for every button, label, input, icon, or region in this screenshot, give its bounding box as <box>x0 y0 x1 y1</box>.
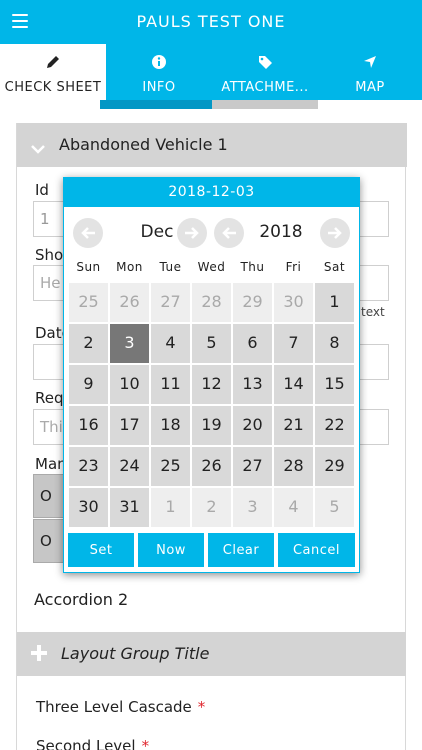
tab-label: CHECK SHEET <box>4 80 102 95</box>
cascade-label-text: Three Level Cascade <box>36 698 192 716</box>
navigation-arrow-icon <box>318 54 422 70</box>
info-icon <box>106 54 212 70</box>
required-label: Req <box>35 389 64 407</box>
selected-date-display: 2018-12-03 <box>64 178 359 207</box>
calendar-day[interactable]: 2 <box>69 324 108 363</box>
arrow-right-icon <box>328 227 342 239</box>
tab-label: ATTACHME... <box>221 80 309 95</box>
multi-choice-label: Man <box>35 455 67 473</box>
prev-month-button[interactable] <box>73 218 103 248</box>
calendar-day[interactable]: 29 <box>315 447 354 486</box>
calendar-day[interactable]: 12 <box>192 365 231 404</box>
clear-button[interactable]: Clear <box>208 533 274 567</box>
arrow-left-icon <box>81 227 95 239</box>
layout-group-header[interactable]: Layout Group Title <box>17 632 406 676</box>
calendar-day[interactable]: 26 <box>110 283 149 322</box>
calendar-day[interactable]: 5 <box>192 324 231 363</box>
calendar-day[interactable]: 14 <box>274 365 313 404</box>
second-level-text: Second Level <box>36 737 136 750</box>
calendar-day[interactable]: 30 <box>69 488 108 527</box>
calendar-day[interactable]: 16 <box>69 406 108 445</box>
tab-attachments[interactable]: ATTACHME... <box>212 44 318 100</box>
chevron-down-icon <box>31 139 45 158</box>
layout-group-title: Layout Group Title <box>61 644 210 663</box>
calendar-day[interactable]: 2 <box>192 488 231 527</box>
calendar-day[interactable]: 6 <box>233 324 272 363</box>
next-month-button[interactable] <box>177 218 207 248</box>
id-label: Id <box>35 181 49 199</box>
prev-year-button[interactable] <box>214 218 244 248</box>
calendar-day[interactable]: 25 <box>151 447 190 486</box>
calendar-day[interactable]: 25 <box>69 283 108 322</box>
calendar-day[interactable]: 27 <box>233 447 272 486</box>
tab-scroll-track <box>212 100 318 109</box>
page-title: PAULS TEST ONE <box>136 12 286 31</box>
calendar-day[interactable]: 23 <box>69 447 108 486</box>
tab-map[interactable]: MAP <box>318 44 422 100</box>
year-label: 2018 <box>259 222 303 242</box>
calendar-day[interactable]: 1 <box>315 283 354 322</box>
accordion-title: Abandoned Vehicle 1 <box>59 135 228 154</box>
short-text-label: Sho <box>35 246 64 264</box>
calendar-day[interactable]: 28 <box>274 447 313 486</box>
weekday-header: Mon <box>116 260 143 274</box>
calendar-day[interactable]: 10 <box>110 365 149 404</box>
calendar-day[interactable]: 5 <box>315 488 354 527</box>
arrow-left-icon <box>222 227 236 239</box>
weekday-header: Sat <box>323 260 346 274</box>
date-picker-dialog: 2018-12-03 Dec 2018 Sun Mon Tue Wed Thu … <box>63 177 360 573</box>
calendar-day[interactable]: 21 <box>274 406 313 445</box>
calendar-day[interactable]: 4 <box>151 324 190 363</box>
calendar-day[interactable]: 28 <box>192 283 231 322</box>
tab-bar: CHECK SHEET INFO ATTACHME... MAP <box>0 44 422 100</box>
calendar-day[interactable]: 30 <box>274 283 313 322</box>
weekday-header: Thu <box>240 260 265 274</box>
weekday-header: Tue <box>159 260 182 274</box>
set-button[interactable]: Set <box>68 533 134 567</box>
calendar-day[interactable]: 26 <box>192 447 231 486</box>
calendar-day[interactable]: 19 <box>192 406 231 445</box>
calendar-day[interactable]: 29 <box>233 283 272 322</box>
weekday-header: Wed <box>197 260 226 274</box>
calendar-day[interactable]: 13 <box>233 365 272 404</box>
calendar-day[interactable]: 15 <box>315 365 354 404</box>
calendar-day[interactable]: 7 <box>274 324 313 363</box>
calendar-day[interactable]: 22 <box>315 406 354 445</box>
calendar-day[interactable]: 24 <box>110 447 149 486</box>
next-year-button[interactable] <box>320 218 350 248</box>
accordion-2-title[interactable]: Accordion 2 <box>34 590 128 609</box>
calendar-day[interactable]: 8 <box>315 324 354 363</box>
tab-label: INFO <box>142 80 176 95</box>
plus-icon <box>31 645 47 665</box>
calendar-day[interactable]: 11 <box>151 365 190 404</box>
cancel-button[interactable]: Cancel <box>278 533 355 567</box>
tab-label: MAP <box>355 80 385 95</box>
calendar-day[interactable]: 9 <box>69 365 108 404</box>
accordion-header[interactable]: Abandoned Vehicle 1 <box>17 123 407 167</box>
calendar-day[interactable]: 20 <box>233 406 272 445</box>
tab-info[interactable]: INFO <box>106 44 212 100</box>
app-header: PAULS TEST ONE <box>0 0 422 44</box>
tab-check-sheet[interactable]: CHECK SHEET <box>0 44 106 100</box>
arrow-right-icon <box>185 227 199 239</box>
required-marker: * <box>141 737 150 750</box>
calendar-day[interactable]: 3 <box>233 488 272 527</box>
tab-scroll-indicator <box>100 100 212 109</box>
calendar-day[interactable]: 1 <box>151 488 190 527</box>
required-marker: * <box>197 698 206 716</box>
now-button[interactable]: Now <box>138 533 204 567</box>
calendar-day[interactable]: 17 <box>110 406 149 445</box>
field-hint: text <box>361 305 385 319</box>
calendar-day[interactable]: 18 <box>151 406 190 445</box>
second-level-label: Second Level * <box>36 737 149 750</box>
calendar-day[interactable]: 4 <box>274 488 313 527</box>
calendar-day[interactable]: 3 <box>110 324 149 363</box>
pencil-icon <box>0 54 106 70</box>
calendar-day[interactable]: 31 <box>110 488 149 527</box>
weekday-header: Sun <box>76 260 101 274</box>
cascade-field-label: Three Level Cascade * <box>36 698 205 716</box>
tag-icon <box>212 54 318 70</box>
weekday-header: Fri <box>285 260 302 274</box>
calendar-day[interactable]: 27 <box>151 283 190 322</box>
